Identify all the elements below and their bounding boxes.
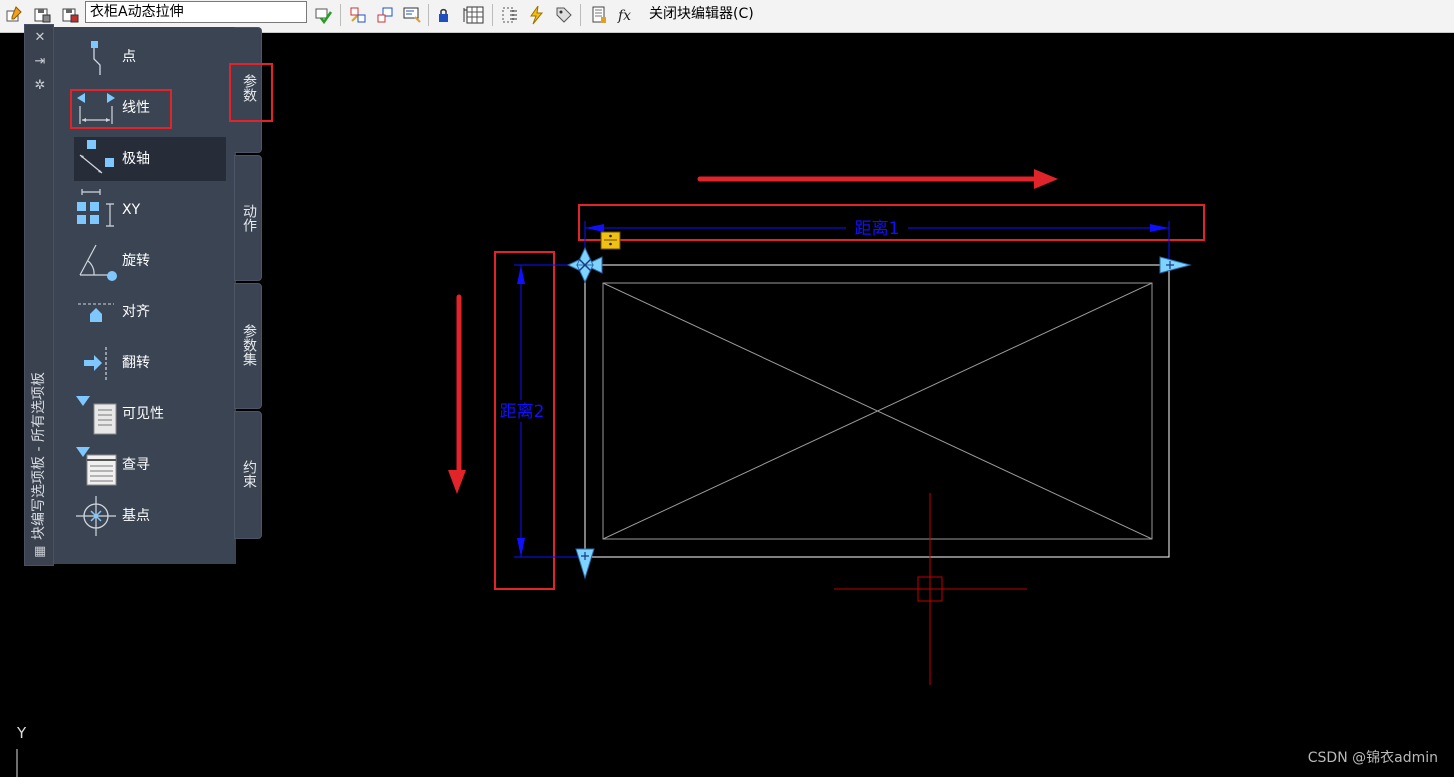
- attribute-definition-icon[interactable]: [400, 3, 424, 27]
- test-block-icon[interactable]: [311, 3, 335, 27]
- constraint-icon[interactable]: [432, 3, 456, 27]
- close-block-editor-button[interactable]: 关闭块编辑器(C): [649, 6, 754, 22]
- block-properties-icon[interactable]: [587, 3, 611, 27]
- linear-dimension-2[interactable]: 距离2: [496, 264, 585, 558]
- watermark: CSDN @锦衣admin: [1307, 750, 1438, 766]
- lightning-icon[interactable]: [524, 3, 548, 27]
- action-lightning-icon[interactable]: [498, 3, 522, 27]
- annotation-arrow-down: [448, 294, 466, 494]
- block-name-field[interactable]: 衣柜A动态拉伸: [85, 1, 307, 23]
- drawing-canvas[interactable]: 距离1 距离2: [0, 33, 1454, 777]
- linear-dimension-1[interactable]: 距离1: [584, 218, 1170, 265]
- point-tag-icon[interactable]: [552, 3, 576, 27]
- parameter-manager-icon[interactable]: [463, 3, 487, 27]
- cross-diagonals: [602, 282, 1153, 540]
- fx-icon[interactable]: fx: [614, 3, 638, 27]
- annotation-arrow-right: [697, 169, 1058, 189]
- auth-actions-icon[interactable]: [373, 3, 397, 27]
- action-badge-icon[interactable]: [600, 231, 621, 250]
- ucs-y-label: Y: [17, 724, 27, 742]
- auth-params-icon[interactable]: [346, 3, 370, 27]
- save-block-as-icon[interactable]: [58, 3, 82, 27]
- dim1-label: 距离1: [855, 219, 900, 239]
- dim2-label: 距离2: [500, 402, 545, 422]
- grip-end-right-icon[interactable]: [1159, 256, 1192, 274]
- grip-end-bottom-icon[interactable]: [575, 548, 595, 580]
- svg-text:fx: fx: [617, 8, 631, 24]
- edit-block-icon[interactable]: [2, 3, 26, 27]
- grip-start-point-icon[interactable]: [566, 246, 603, 284]
- crosshair-cursor: [834, 493, 1027, 685]
